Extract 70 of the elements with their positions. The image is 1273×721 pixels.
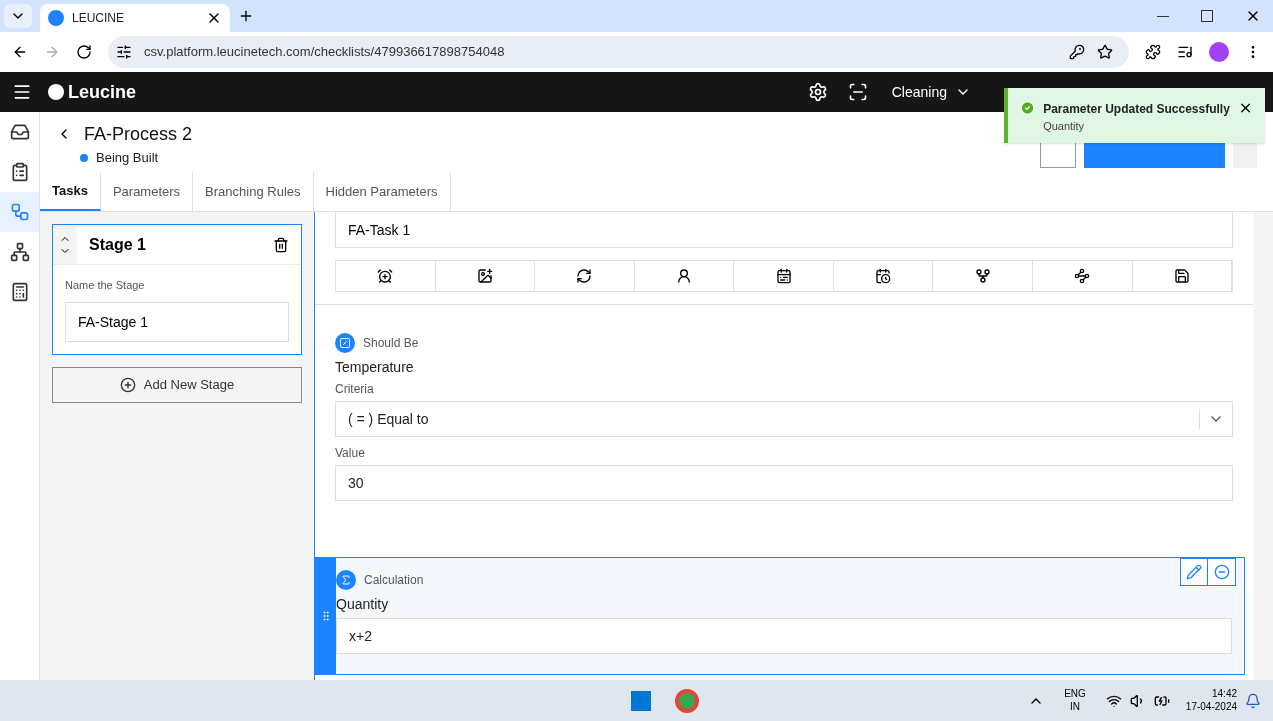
parameter-label: Quantity	[336, 595, 390, 614]
restore-icon[interactable]	[1201, 10, 1213, 22]
value-field[interactable]: 30	[335, 465, 1233, 501]
calendar-clock-icon	[875, 268, 892, 284]
save-icon	[1173, 268, 1190, 284]
refresh-icon	[576, 268, 593, 284]
scan-icon[interactable]	[847, 82, 868, 102]
branch-icon	[974, 268, 991, 284]
pencil-icon	[1186, 564, 1202, 580]
facility-dropdown[interactable]: Cleaning	[891, 82, 971, 102]
criteria-select[interactable]: ( = ) Equal to	[335, 401, 1233, 437]
tab-list-button[interactable]	[4, 4, 32, 28]
toast-subtitle: Quantity	[1043, 119, 1085, 134]
delete-icon[interactable]	[273, 236, 289, 253]
clock-date[interactable]: 17-04-2024	[1185, 700, 1237, 713]
nodes-icon	[1074, 268, 1091, 284]
user-icon	[675, 268, 692, 284]
drag-handle[interactable]	[316, 558, 336, 674]
minimize-icon[interactable]	[1157, 15, 1169, 17]
stage-name-field[interactable]: FA-Stage 1	[65, 301, 289, 342]
new-tab-icon[interactable]	[238, 8, 254, 24]
logo-icon	[48, 84, 64, 100]
image-icon	[476, 268, 493, 284]
status-label: Being Built	[96, 149, 159, 167]
tab[interactable]: Parameters	[100, 172, 194, 211]
stage-title: Stage 1	[89, 234, 147, 255]
profile-avatar[interactable]	[1209, 42, 1229, 62]
favicon-icon	[48, 10, 64, 26]
browser-tab[interactable]: LEUCINE	[40, 4, 230, 32]
back-icon[interactable]	[12, 44, 28, 60]
star-icon[interactable]	[1097, 44, 1113, 60]
minus-circle-icon	[1213, 564, 1230, 580]
stage-name-label: Name the Stage	[65, 278, 146, 293]
region-indicator[interactable]: IN	[1070, 700, 1080, 713]
grip-icon	[320, 610, 332, 622]
add-stage-button[interactable]: Add New Stage	[52, 366, 302, 403]
brand-name: Leucine	[68, 81, 137, 104]
parameter-type: Calculation	[364, 572, 424, 588]
edit-button[interactable]	[1180, 558, 1208, 586]
remove-button[interactable]	[1208, 558, 1236, 586]
extensions-icon[interactable]	[1145, 44, 1161, 60]
address-bar[interactable]: csv.platform.leucinetech.com/checklists/479936617898754048	[108, 36, 1129, 68]
parameter-type: Should Be	[363, 335, 419, 351]
tab[interactable]: Branching Rules	[193, 172, 314, 211]
toast-title: Parameter Updated Successfully	[1043, 101, 1230, 118]
hierarchy-icon	[9, 242, 30, 262]
calendar-icon	[775, 268, 792, 284]
alarm-icon	[377, 268, 394, 284]
workflow-icon	[9, 202, 30, 222]
start-icon[interactable]	[631, 690, 652, 711]
language-indicator[interactable]: ENG	[1064, 688, 1086, 701]
key-icon[interactable]	[1069, 44, 1085, 60]
notification-icon[interactable]	[1245, 692, 1261, 709]
criteria-label: Criteria	[335, 381, 375, 397]
parameter-label: Temperature	[335, 358, 415, 377]
site-settings-icon[interactable]	[116, 44, 132, 60]
media-icon[interactable]	[1177, 44, 1193, 60]
reload-icon[interactable]	[76, 44, 92, 60]
check-icon	[1020, 100, 1036, 116]
clock-time[interactable]: 14:42	[1212, 688, 1237, 701]
page-title: FA-Process 2	[84, 123, 193, 146]
settings-icon[interactable]	[807, 82, 828, 102]
plus-circle-icon	[119, 376, 136, 393]
expression-field[interactable]: x+2	[336, 618, 1232, 654]
tab[interactable]: Hidden Parameters	[313, 172, 451, 211]
inbox-icon	[9, 122, 30, 142]
task-name-field[interactable]: FA-Task 1	[335, 212, 1233, 248]
browser-app-icon[interactable]	[675, 688, 700, 713]
value-label: Value	[335, 445, 366, 461]
menu-icon[interactable]	[12, 82, 32, 102]
